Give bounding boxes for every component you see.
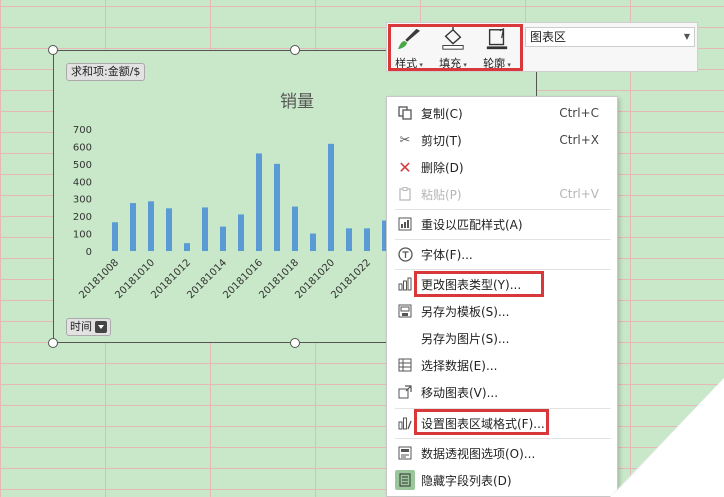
menu-item-save-template[interactable]: 另存为模板(S)... bbox=[387, 298, 617, 324]
menu-item-reset-style[interactable]: 重设以匹配样式(A) bbox=[387, 211, 617, 237]
y-tick-label: 0 bbox=[86, 247, 92, 258]
menu-item-label: 重设以匹配样式(A) bbox=[421, 217, 523, 232]
y-tick-label: 100 bbox=[73, 230, 92, 241]
paintbrush-icon bbox=[397, 28, 421, 50]
menu-item-shortcut: Ctrl+V bbox=[559, 187, 599, 201]
chart-element-select[interactable]: 图表区 ▼ bbox=[525, 27, 695, 47]
chevron-down-icon[interactable]: ▼ bbox=[684, 28, 690, 46]
outline-pencil-icon bbox=[486, 27, 508, 50]
bar-20181009[interactable] bbox=[130, 203, 136, 251]
y-tick-label: 300 bbox=[73, 195, 92, 206]
fill-button[interactable]: 填充 bbox=[433, 25, 473, 71]
menu-item-shortcut: Ctrl+X bbox=[559, 133, 599, 147]
menu-item-label: 隐藏字段列表(D) bbox=[421, 473, 512, 488]
bar-20181008[interactable] bbox=[112, 222, 118, 251]
menu-item-paste[interactable]: 粘贴(P) Ctrl+V bbox=[387, 181, 617, 207]
menu-separator bbox=[395, 438, 611, 439]
y-tick-label: 700 bbox=[73, 125, 92, 136]
menu-item-label: 粘贴(P) bbox=[421, 187, 462, 202]
style-label: 样式 bbox=[395, 55, 423, 71]
select-data-icon bbox=[397, 357, 413, 373]
menu-item-label: 设置图表区域格式(F)... bbox=[421, 416, 545, 431]
menu-item-label: 复制(C) bbox=[421, 106, 463, 121]
x-tick-label: 20181022 bbox=[329, 257, 373, 301]
font-icon bbox=[397, 246, 413, 262]
y-tick-label: 600 bbox=[73, 142, 92, 153]
resize-handle-bottom-middle[interactable] bbox=[290, 338, 300, 348]
menu-separator bbox=[395, 239, 611, 240]
chart-type-icon bbox=[397, 276, 413, 292]
bar-20181010[interactable] bbox=[148, 201, 154, 251]
style-button[interactable]: 样式 bbox=[389, 25, 429, 71]
menu-item-label: 选择数据(E)... bbox=[421, 358, 498, 373]
chart-title: 销量 bbox=[280, 92, 314, 112]
menu-separator bbox=[395, 209, 611, 210]
bar-20181013[interactable] bbox=[202, 207, 208, 251]
menu-item-select-data[interactable]: 选择数据(E)... bbox=[387, 352, 617, 378]
menu-item-save-picture[interactable]: 另存为图片(S)... bbox=[387, 325, 617, 351]
menu-separator bbox=[395, 408, 611, 409]
page-curl-decoration bbox=[610, 378, 724, 497]
y-tick-label: 200 bbox=[73, 212, 92, 223]
menu-item-label: 删除(D) bbox=[421, 160, 464, 175]
format-area-icon bbox=[397, 415, 413, 431]
y-tick-label: 500 bbox=[73, 160, 92, 171]
bar-20181012[interactable] bbox=[184, 243, 190, 251]
copy-icon bbox=[397, 105, 413, 121]
bar-20181022[interactable] bbox=[364, 228, 370, 251]
resize-handle-left-bottom[interactable] bbox=[48, 338, 58, 348]
menu-item-move-chart[interactable]: 移动图表(V)... bbox=[387, 379, 617, 405]
bar-20181018[interactable] bbox=[292, 206, 298, 251]
paint-bucket-icon bbox=[442, 27, 464, 50]
chart-mini-toolbar: 样式 填充 轮廓 图表区 ▼ bbox=[386, 22, 698, 72]
menu-item-font[interactable]: 字体(F)... bbox=[387, 241, 617, 267]
pivot-options-icon bbox=[397, 445, 413, 461]
reset-style-icon bbox=[397, 216, 413, 232]
fill-label: 填充 bbox=[439, 55, 467, 71]
axis-field-label: 时间 bbox=[70, 320, 92, 333]
menu-item-copy[interactable]: 复制(C) Ctrl+C bbox=[387, 100, 617, 126]
bar-20181017[interactable] bbox=[274, 163, 280, 251]
bar-20181014[interactable] bbox=[220, 226, 226, 251]
bar-20181020[interactable] bbox=[328, 143, 334, 251]
bar-20181019[interactable] bbox=[310, 233, 316, 251]
bar-20181021[interactable] bbox=[346, 228, 352, 251]
menu-item-pivot-chart-options[interactable]: 数据透视图选项(O)... bbox=[387, 440, 617, 466]
menu-item-label: 剪切(T) bbox=[421, 133, 462, 148]
menu-item-delete[interactable]: ✕ 删除(D) bbox=[387, 154, 617, 180]
menu-item-cut[interactable]: ✂ 剪切(T) Ctrl+X bbox=[387, 127, 617, 153]
outline-label: 轮廓 bbox=[483, 55, 511, 71]
menu-separator bbox=[395, 269, 611, 270]
resize-handle-top-middle[interactable] bbox=[290, 45, 300, 55]
menu-item-label: 另存为模板(S)... bbox=[421, 304, 510, 319]
save-template-icon bbox=[397, 303, 413, 319]
y-tick-label: 400 bbox=[73, 177, 92, 188]
bar-20181011[interactable] bbox=[166, 208, 172, 251]
menu-item-label: 移动图表(V)... bbox=[421, 385, 499, 400]
scissors-icon: ✂ bbox=[399, 132, 411, 148]
delete-x-icon: ✕ bbox=[398, 157, 412, 177]
menu-item-change-chart-type[interactable]: 更改图表类型(Y)... bbox=[387, 271, 617, 297]
menu-item-label: 字体(F)... bbox=[421, 247, 473, 262]
menu-item-label: 另存为图片(S)... bbox=[421, 331, 510, 346]
context-menu: 复制(C) Ctrl+C ✂ 剪切(T) Ctrl+X ✕ 删除(D) 粘贴(P… bbox=[386, 96, 618, 497]
menu-item-format-chart-area[interactable]: 设置图表区域格式(F)... bbox=[387, 410, 617, 436]
menu-item-shortcut: Ctrl+C bbox=[559, 106, 599, 120]
menu-item-hide-field-list[interactable]: 隐藏字段列表(D) bbox=[387, 467, 617, 493]
axis-field-button[interactable]: 时间 bbox=[66, 318, 111, 336]
bar-20181016[interactable] bbox=[256, 153, 262, 251]
paste-icon bbox=[397, 186, 413, 202]
bar-20181015[interactable] bbox=[238, 214, 244, 251]
chart-element-select-value: 图表区 bbox=[530, 30, 567, 44]
move-chart-icon bbox=[397, 384, 413, 400]
menu-item-label: 更改图表类型(Y)... bbox=[421, 277, 522, 292]
resize-handle-top-left[interactable] bbox=[48, 45, 58, 55]
field-list-icon bbox=[395, 470, 415, 490]
menu-item-label: 数据透视图选项(O)... bbox=[421, 446, 536, 461]
outline-button[interactable]: 轮廓 bbox=[477, 25, 517, 71]
dropdown-arrow-icon[interactable] bbox=[95, 321, 107, 333]
